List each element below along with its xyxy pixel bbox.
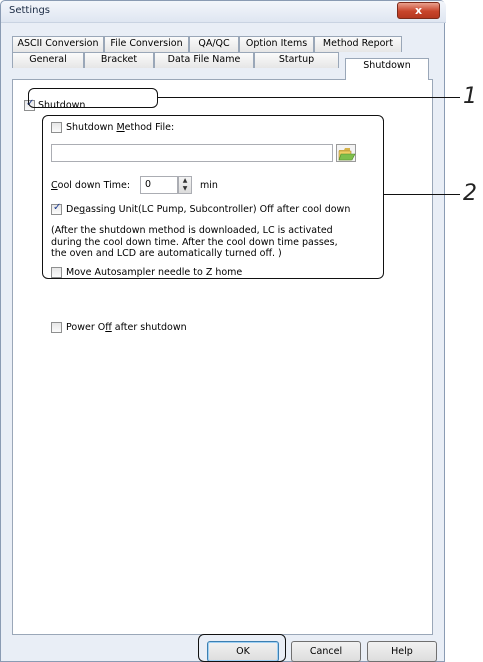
callout-number-1: 1 — [463, 84, 477, 109]
callout-box-ok — [198, 634, 286, 662]
tab-ascii-conversion[interactable]: ASCII Conversion — [12, 36, 104, 52]
tab-general[interactable]: General — [12, 52, 84, 68]
callout-box-2 — [42, 115, 384, 279]
tab-bracket[interactable]: Bracket — [84, 52, 154, 68]
tab-qa-qc[interactable]: QA/QC — [189, 36, 239, 52]
callout-box-1 — [28, 88, 158, 108]
power-off-checkbox[interactable] — [51, 322, 62, 333]
tab-method-report[interactable]: Method Report — [314, 36, 402, 52]
tab-option-items[interactable]: Option Items — [239, 36, 314, 52]
callout-number-2: 2 — [463, 181, 477, 206]
close-icon: x — [414, 4, 423, 17]
power-off-label: Power Off after shutdown — [66, 322, 187, 333]
tab-shutdown[interactable]: Shutdown — [345, 58, 429, 80]
tab-data-file-name[interactable]: Data File Name — [154, 52, 254, 68]
title-bar: Settings x — [1, 1, 446, 23]
help-button[interactable]: Help — [367, 641, 437, 662]
window-title: Settings — [9, 5, 51, 16]
cancel-button[interactable]: Cancel — [291, 641, 361, 662]
tab-file-conversion[interactable]: File Conversion — [104, 36, 189, 52]
tab-startup[interactable]: Startup — [254, 52, 339, 68]
close-button[interactable]: x — [397, 2, 440, 19]
callout-line-1 — [158, 97, 460, 98]
callout-line-2 — [384, 194, 460, 195]
